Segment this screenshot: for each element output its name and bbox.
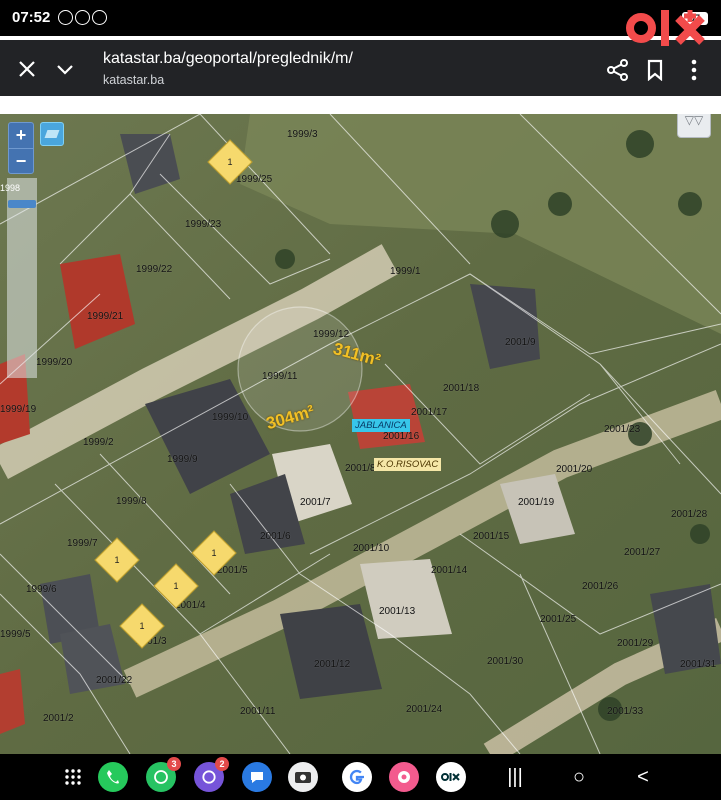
parcel-label[interactable]: 1999/10: [212, 412, 248, 423]
parcel-label[interactable]: 1999/1: [390, 266, 421, 277]
parcel-label[interactable]: 2001/30: [487, 656, 523, 667]
parcel-label[interactable]: 1999/8: [116, 496, 147, 507]
parcel-label[interactable]: 2001/13: [379, 606, 415, 617]
phone-icon[interactable]: [98, 762, 128, 792]
parcel-label[interactable]: 2001/15: [473, 531, 509, 542]
parcel-label[interactable]: 2001/9: [505, 337, 536, 348]
viber-icon[interactable]: 2: [194, 757, 229, 792]
close-icon[interactable]: [14, 56, 40, 82]
page-strip: [0, 96, 721, 114]
parcel-label[interactable]: 1999/12: [313, 329, 349, 340]
time-slider-handle[interactable]: [8, 200, 36, 208]
parcel-label[interactable]: 1999/19: [0, 404, 36, 415]
status-notification-icons: [58, 10, 107, 25]
marker-value: 1: [173, 581, 179, 591]
share-icon[interactable]: [605, 57, 631, 83]
olx-logo: [624, 6, 714, 50]
zoom-controls: + −: [8, 122, 34, 174]
parcel-label[interactable]: 1999/9: [167, 454, 198, 465]
parcel-label[interactable]: 1999/11: [262, 371, 297, 382]
home-button[interactable]: ○: [566, 766, 592, 788]
whatsapp-icon[interactable]: 3: [146, 757, 181, 792]
whatsapp-badge: 3: [167, 757, 181, 771]
parcel-label[interactable]: 2001/19: [518, 497, 554, 508]
more-vert-icon[interactable]: [681, 57, 707, 83]
whatsapp-notification-icon: [58, 10, 73, 25]
chevron-down-icon[interactable]: [52, 56, 78, 82]
gallery-icon[interactable]: [389, 762, 419, 792]
parcel-label[interactable]: 1999/23: [185, 219, 221, 230]
parcel-label[interactable]: 2001/24: [406, 704, 442, 715]
parcel-label[interactable]: 1999/21: [87, 311, 123, 322]
viber-badge: 2: [215, 757, 229, 771]
parcel-label[interactable]: 1999/2: [83, 437, 114, 448]
layers-icon[interactable]: [40, 122, 64, 146]
back-button[interactable]: <: [630, 766, 656, 788]
time-slider-label: 1998: [0, 183, 21, 193]
marker-value: 1: [114, 555, 120, 565]
recent-apps-button[interactable]: |||: [502, 766, 528, 788]
cadastral-map[interactable]: 1999/3 1999/25 1999/23 1999/22 1999/21 1…: [0, 114, 721, 754]
parcel-label[interactable]: 1999/20: [36, 357, 72, 368]
parcel-label[interactable]: 1999/3: [287, 129, 318, 140]
zoom-in-button[interactable]: +: [9, 123, 33, 148]
parcel-label[interactable]: 1999/7: [67, 538, 98, 549]
parcel-label[interactable]: 2001/28: [671, 509, 707, 520]
camera-icon[interactable]: [288, 762, 318, 792]
parcel-label[interactable]: 2001/33: [607, 706, 643, 717]
android-dock: 3 2 ||| ○ <: [0, 754, 721, 800]
parcel-label[interactable]: 2001/25: [540, 614, 576, 625]
cadastral-district-label: K.O.RISOVAC: [374, 458, 442, 471]
marker-value: 1: [139, 621, 145, 631]
messages-icon[interactable]: [242, 762, 272, 792]
marker-value: 1: [211, 548, 217, 558]
status-time: 07:52: [12, 9, 51, 26]
parcel-label[interactable]: 2001/26: [582, 581, 618, 592]
parcel-label[interactable]: 1999/6: [26, 584, 57, 595]
parcel-label[interactable]: 2001/27: [624, 547, 660, 558]
parcel-label[interactable]: 2001/22: [96, 675, 132, 686]
filter-button[interactable]: ▽▽: [677, 114, 711, 138]
marker-value: 1: [227, 157, 233, 167]
apps-grid-icon[interactable]: [58, 762, 88, 792]
parcel-label[interactable]: 2001/14: [431, 565, 467, 576]
parcel-label[interactable]: 2001/12: [314, 659, 350, 670]
bookmark-icon[interactable]: [642, 57, 668, 83]
olx-app-icon[interactable]: [436, 762, 466, 792]
viber-notification-icon-2: [92, 10, 107, 25]
parcel-label[interactable]: 2001/7: [300, 497, 331, 508]
parcel-label[interactable]: 2001/23: [604, 424, 640, 435]
municipality-label: JABLANICA: [352, 419, 410, 432]
time-slider[interactable]: [7, 178, 37, 378]
parcel-label[interactable]: 2001/10: [353, 543, 389, 554]
parcel-label[interactable]: 2001/29: [617, 638, 653, 649]
browser-toolbar: katastar.ba/geoportal/preglednik/m/ kata…: [0, 36, 721, 96]
parcel-label[interactable]: 2001/16: [383, 431, 419, 442]
parcel-label[interactable]: 2001/31: [680, 659, 716, 670]
parcel-label[interactable]: 2001/17: [411, 407, 447, 418]
parcel-label[interactable]: 2001/2: [43, 713, 74, 724]
viber-notification-icon: [75, 10, 90, 25]
status-bar: 07:52 97: [0, 0, 721, 36]
parcel-label[interactable]: 1999/5: [0, 629, 31, 640]
parcel-label[interactable]: 2001/11: [240, 706, 275, 717]
parcel-label[interactable]: 2001/20: [556, 464, 592, 475]
url-domain: katastar.ba: [103, 73, 165, 87]
parcel-label[interactable]: 2001/18: [443, 383, 479, 394]
parcel-label[interactable]: 1999/22: [136, 264, 172, 275]
parcel-label[interactable]: 2001/8: [345, 463, 376, 474]
zoom-out-button[interactable]: −: [9, 148, 33, 173]
url-title[interactable]: katastar.ba/geoportal/preglednik/m/: [103, 50, 353, 68]
google-icon[interactable]: [342, 762, 372, 792]
parcel-label[interactable]: 2001/6: [260, 531, 291, 542]
